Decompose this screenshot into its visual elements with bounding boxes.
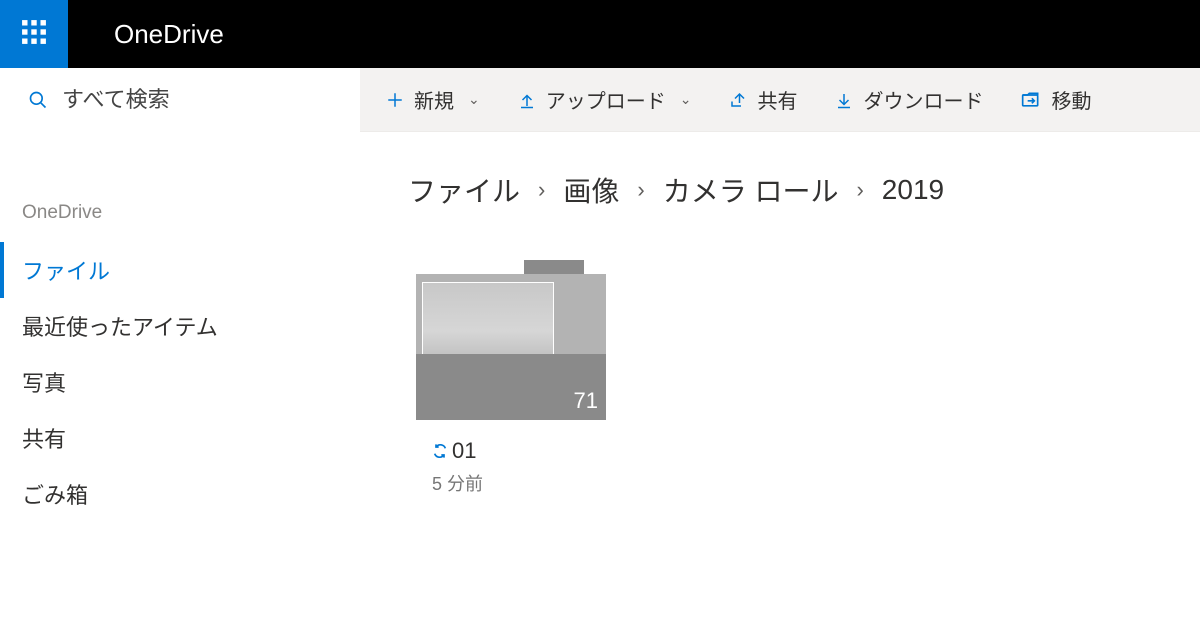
search-icon	[28, 90, 48, 110]
command-bar: 新規 ⌄ アップロード ⌄ 共有 ダウンロード	[360, 68, 1200, 132]
item-count-badge: 71	[574, 388, 598, 414]
breadcrumb-item[interactable]: カメラ ロール	[663, 170, 839, 210]
share-button[interactable]: 共有	[723, 79, 803, 120]
sidebar-item-recycle[interactable]: ごみ箱	[0, 466, 360, 522]
nav-heading: OneDrive	[0, 192, 360, 242]
search-box[interactable]	[0, 68, 360, 132]
move-icon	[1021, 91, 1041, 109]
download-label: ダウンロード	[863, 85, 983, 114]
items-grid: 71 01 5 分前	[360, 236, 1200, 520]
folder-thumbnail: 71	[416, 260, 606, 420]
chevron-down-icon: ⌄	[468, 91, 480, 108]
share-icon	[729, 91, 747, 109]
waffle-icon	[21, 19, 47, 50]
sidebar-item-label: ごみ箱	[22, 483, 88, 508]
sidebar-item-label: 最近使ったアイテム	[22, 315, 218, 340]
sidebar-item-shared[interactable]: 共有	[0, 410, 360, 466]
download-button[interactable]: ダウンロード	[829, 79, 989, 120]
chevron-down-icon: ⌄	[680, 91, 692, 108]
sidebar-item-label: ファイル	[22, 259, 110, 284]
chevron-right-icon: ›	[856, 177, 863, 203]
plus-icon	[386, 91, 404, 109]
sidebar-item-recent[interactable]: 最近使ったアイテム	[0, 298, 360, 354]
sidebar-item-photos[interactable]: 写真	[0, 354, 360, 410]
sidebar: OneDrive ファイル 最近使ったアイテム 写真 共有 ごみ箱	[0, 68, 360, 626]
new-label: 新規	[414, 85, 454, 114]
app-launcher-button[interactable]	[0, 0, 68, 68]
content: 新規 ⌄ アップロード ⌄ 共有 ダウンロード	[360, 68, 1200, 626]
move-button[interactable]: 移動	[1015, 79, 1097, 120]
nav: OneDrive ファイル 最近使ったアイテム 写真 共有 ごみ箱	[0, 192, 360, 522]
share-label: 共有	[757, 85, 797, 114]
sync-icon	[432, 443, 448, 459]
app-title: OneDrive	[114, 19, 224, 50]
breadcrumb-item-current: 2019	[882, 174, 944, 206]
top-header: OneDrive	[0, 0, 1200, 68]
breadcrumb-item[interactable]: 画像	[563, 170, 619, 210]
item-modified: 5 分前	[432, 470, 618, 496]
breadcrumb: ファイル › 画像 › カメラ ロール › 2019	[360, 132, 1200, 236]
upload-label: アップロード	[546, 85, 666, 114]
folder-item[interactable]: 71 01 5 分前	[408, 260, 618, 496]
upload-button[interactable]: アップロード ⌄	[512, 79, 698, 120]
sidebar-item-files[interactable]: ファイル	[0, 242, 360, 298]
move-label: 移動	[1051, 85, 1091, 114]
download-icon	[835, 91, 853, 109]
upload-icon	[518, 91, 536, 109]
preview-image	[422, 282, 554, 364]
chevron-right-icon: ›	[637, 177, 644, 203]
sidebar-item-label: 共有	[22, 427, 66, 452]
sidebar-item-label: 写真	[22, 371, 66, 396]
chevron-right-icon: ›	[538, 177, 545, 203]
search-input[interactable]	[62, 87, 322, 113]
new-button[interactable]: 新規 ⌄	[380, 79, 486, 120]
item-name: 01	[452, 438, 476, 464]
breadcrumb-item[interactable]: ファイル	[408, 170, 520, 210]
